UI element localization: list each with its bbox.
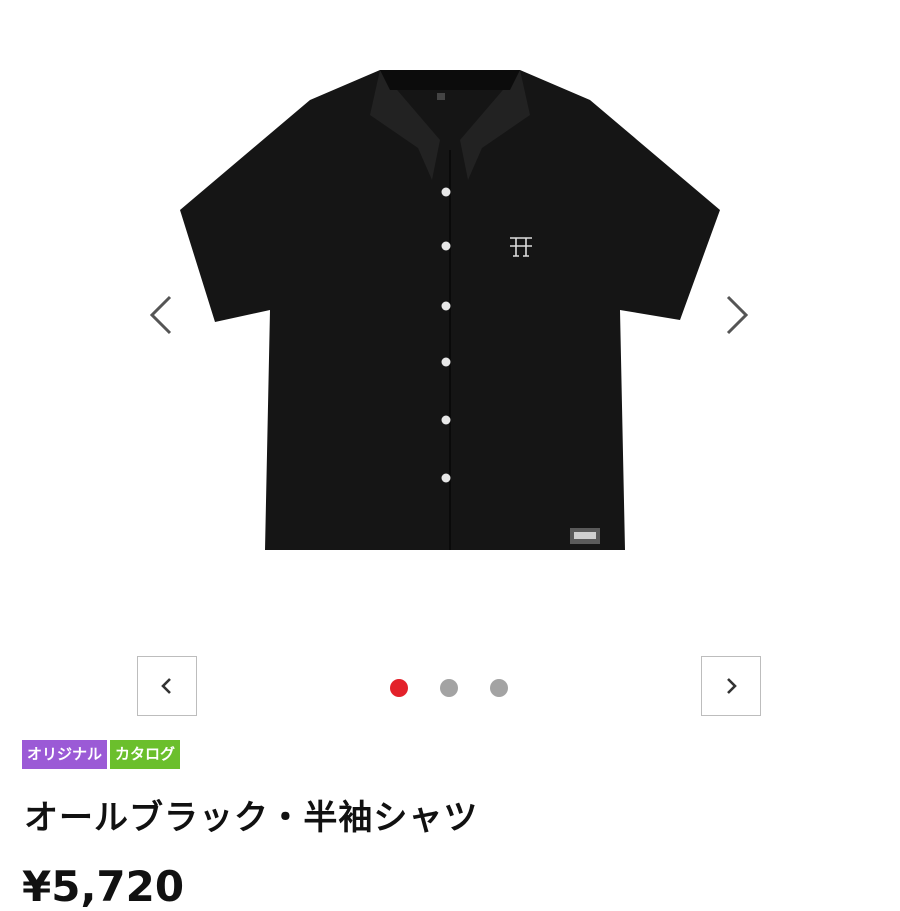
chevron-right-icon	[727, 678, 737, 694]
gallery-next-arrow[interactable]	[718, 285, 758, 345]
slide-dot-3[interactable]	[490, 679, 508, 697]
chevron-right-icon	[726, 295, 749, 335]
gallery-prev-arrow[interactable]	[140, 285, 180, 345]
slide-prev-button[interactable]	[137, 656, 197, 716]
slide-indicator	[390, 679, 520, 699]
product-image	[180, 70, 720, 550]
slide-dot-1[interactable]	[390, 679, 408, 697]
badge-original: オリジナル	[22, 740, 108, 769]
slide-next-button[interactable]	[701, 656, 761, 716]
badge-catalog: カタログ	[110, 740, 181, 769]
chevron-left-icon	[149, 295, 172, 335]
product-badges: オリジナル カタログ	[22, 740, 183, 769]
product-title: オールブラック・半袖シャツ	[24, 798, 479, 838]
product-gallery	[0, 0, 900, 640]
chevron-left-icon	[161, 678, 171, 694]
product-price: ¥5,720	[22, 862, 185, 911]
slide-dot-2[interactable]	[440, 679, 458, 697]
